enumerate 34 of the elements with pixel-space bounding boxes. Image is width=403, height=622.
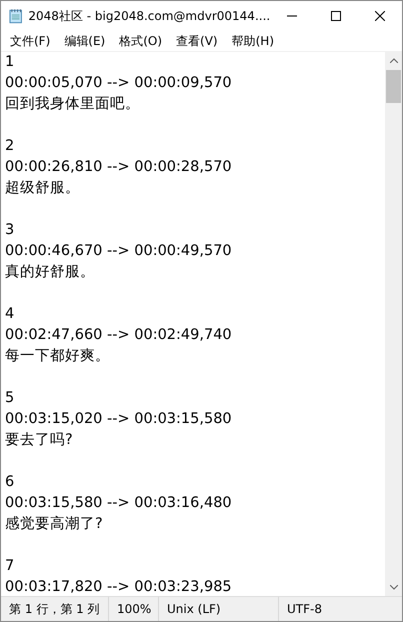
text-line: 回到我身体里面吧。 <box>5 95 141 114</box>
text-line: 00:00:05,070 --> 00:00:09,570 <box>5 74 233 93</box>
text-line: 5 <box>5 389 16 408</box>
menu-item[interactable]: 查看(V) <box>169 32 225 50</box>
text-line: 7 <box>5 557 16 576</box>
menu-item[interactable]: 编辑(E) <box>57 32 112 50</box>
text-line: 超级舒服。 <box>5 179 81 198</box>
close-icon <box>375 11 386 21</box>
text-line: 要去了吗? <box>5 431 74 450</box>
window-title: 2048社区 - big2048.com@mdvr00144.... <box>28 8 270 24</box>
text-line: 每一下都好爽。 <box>5 347 111 366</box>
text-line: 1 <box>5 53 16 72</box>
text-line: 6 <box>5 473 16 492</box>
text-line: 00:03:15,580 --> 00:03:16,480 <box>5 494 233 513</box>
status-field: UTF-8 <box>278 597 402 621</box>
text-line: 4 <box>5 305 16 324</box>
status-field: 100% <box>108 597 158 621</box>
text-line: 00:02:47,660 --> 00:02:49,740 <box>5 326 233 345</box>
notepad-icon <box>9 8 22 24</box>
text-line: 2 <box>5 137 16 156</box>
menu-item[interactable]: 文件(F) <box>3 32 58 50</box>
text-line: 00:00:46,670 --> 00:00:49,570 <box>5 242 233 261</box>
text-line: 00:00:26,810 --> 00:00:28,570 <box>5 158 233 177</box>
status-field: Unix (LF) <box>158 597 278 621</box>
menu-item[interactable]: 帮助(H) <box>224 32 281 50</box>
text-line: 感觉要高潮了? <box>5 514 104 534</box>
scrollbar-thumb[interactable] <box>386 70 401 103</box>
text-line: 00:03:15,020 --> 00:03:15,580 <box>5 410 233 429</box>
menu-item[interactable]: 格式(O) <box>112 32 170 50</box>
status-field: 第 1 行，第 1 列 <box>1 597 108 621</box>
maximize-icon <box>331 11 342 21</box>
text-line: 00:03:17,820 --> 00:03:23,985 <box>5 578 233 596</box>
text-line: 真的好舒服。 <box>5 263 96 282</box>
text-line: 3 <box>5 221 16 240</box>
